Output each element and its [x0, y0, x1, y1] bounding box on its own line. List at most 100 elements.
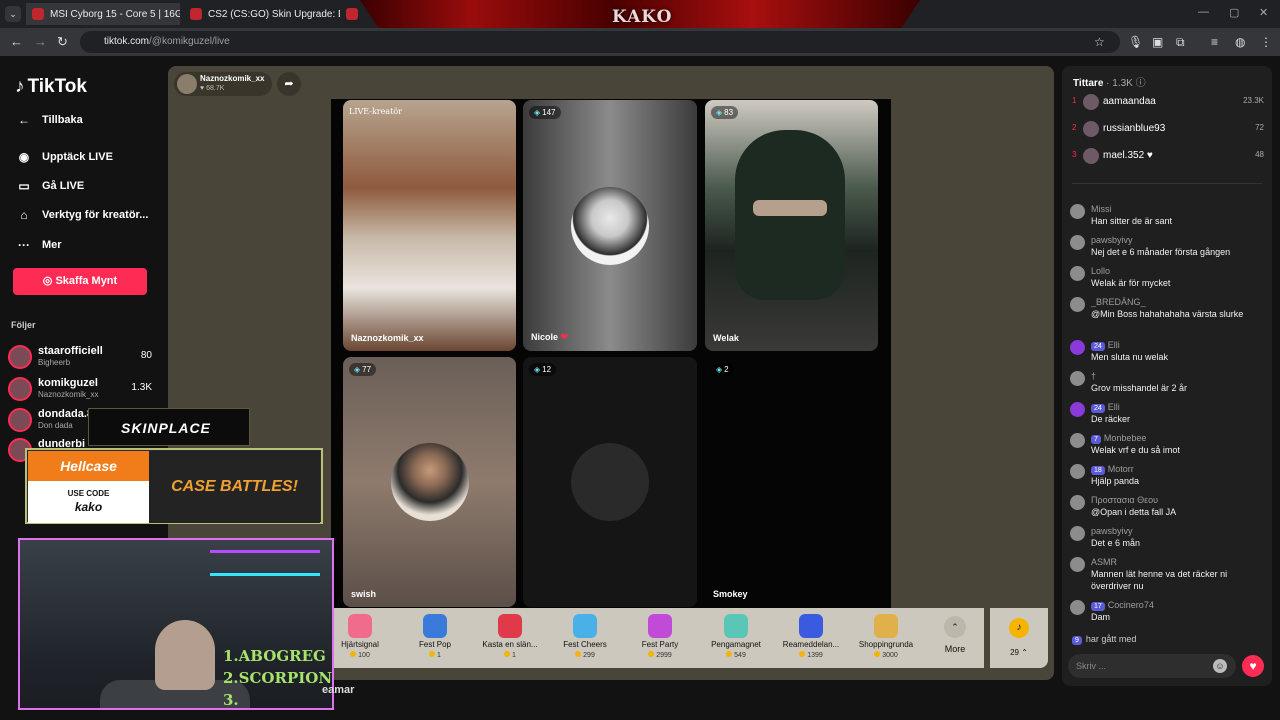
chat-username: 24 Elli	[1091, 340, 1120, 351]
streamer-head	[155, 620, 215, 690]
coin-icon	[350, 651, 357, 657]
browser-tab[interactable]: MSI Cyborg 15 - Core 5 | 16GB ✕	[26, 3, 180, 25]
case-battles-text: CASE BATTLES!	[149, 451, 320, 523]
gift-price: 549	[698, 651, 774, 659]
avatar	[1083, 121, 1099, 137]
gift-icon	[724, 614, 748, 638]
chat-input[interactable]: Skriv ...	[1068, 654, 1236, 678]
bookmark-star-icon[interactable]: ☆	[1094, 35, 1105, 49]
sidebar-item-label: Verktyg för kreatör...	[42, 209, 149, 221]
level-badge: 17	[1091, 602, 1105, 611]
guest-tile[interactable]: ◈ 12	[523, 357, 697, 607]
avatar	[1070, 371, 1085, 386]
back-arrow-icon[interactable]: ←	[10, 34, 23, 49]
promo-code: kako	[74, 500, 103, 514]
gift-price-value: 3000	[882, 652, 898, 659]
avatar	[1070, 297, 1085, 312]
host-info[interactable]: Naznozkomik_xx ♥ 68.7K	[174, 72, 272, 96]
guest-avatar-placeholder	[571, 443, 649, 521]
neon-light	[210, 550, 320, 576]
gift-item[interactable]: Fest Party 2999	[622, 614, 698, 659]
menu-icon[interactable]: ⋮	[1260, 35, 1272, 49]
minimize-icon[interactable]: —	[1198, 6, 1209, 18]
viewers-count: · 1.3K ⓘ	[1106, 78, 1146, 89]
get-coins-button[interactable]: ◎ Skaffa Mynt	[13, 268, 147, 295]
gift-item[interactable]: Reameddelan... 1399	[773, 614, 849, 659]
sidebar-item-more[interactable]: ··· Mer	[14, 238, 62, 252]
browser-tab[interactable]: CS2 (CS:GO) Skin Upgrade: Elev ✕	[184, 3, 340, 25]
tab-title: CS2 (CS:GO) Skin Upgrade: Elev	[208, 8, 340, 20]
guest-tile[interactable]: LIVE-kreatör Naznozkomik_xx	[343, 100, 516, 351]
extensions-icon[interactable]: ⧉	[1176, 35, 1185, 50]
guest-tile[interactable]: ◈ 2 Smokey	[705, 357, 878, 607]
coin-icon: ◎	[42, 275, 56, 287]
coin-icon	[648, 651, 655, 657]
gift-price-value: 100	[358, 652, 370, 659]
avatar	[1070, 433, 1085, 448]
following-item[interactable]: komikguzel Naznozkomik_xx 1.3K	[8, 375, 160, 403]
viewer-rank: 2	[1072, 123, 1077, 132]
sidebar-item-creator-tools[interactable]: ⌂ Verktyg för kreatör...	[14, 208, 148, 222]
gift-item[interactable]: Pengamagnet 549	[698, 614, 774, 659]
emoji-icon[interactable]: ☺	[1213, 659, 1227, 673]
back-button[interactable]: ← Tillbaka	[14, 113, 83, 127]
like-heart-button[interactable]: ♥	[1242, 655, 1264, 677]
viewer-name: mael.352 ♥	[1103, 150, 1153, 161]
guest-name: Naznozkomik_xx	[351, 333, 424, 343]
more-gifts-button[interactable]: ⌃ More	[942, 616, 968, 654]
chat-username: 7 Monbebee	[1091, 433, 1146, 444]
browser-tab-active[interactable]	[344, 3, 360, 25]
maximize-icon[interactable]: ▢	[1229, 6, 1239, 19]
media-icon[interactable]: ≡	[1211, 35, 1218, 49]
chat-username-text: †	[1091, 371, 1097, 381]
gift-price-value: 549	[734, 652, 746, 659]
chat-username-text: Missi	[1091, 204, 1112, 214]
coin-icon	[726, 651, 733, 657]
avatar	[1070, 340, 1085, 355]
gift-icon	[348, 614, 372, 638]
rank-entry: 2.SCORPION	[223, 669, 333, 687]
forward-arrow-icon[interactable]: →	[34, 34, 47, 49]
following-heading: Följer	[11, 320, 36, 330]
top-viewer-row[interactable]: 1 aamaandaa 23.3K	[1070, 93, 1266, 111]
gift-icon	[498, 614, 522, 638]
face-eyes	[753, 200, 827, 216]
gift-item[interactable]: Fest Pop 1	[397, 614, 473, 659]
share-button[interactable]: ➦	[277, 72, 301, 96]
tab-search-button[interactable]: ⌄	[5, 6, 21, 22]
gift-price: 1399	[773, 651, 849, 659]
diamond-icon: ◈	[354, 365, 361, 374]
top-viewer-row[interactable]: 2 russianblue93 72	[1070, 120, 1266, 138]
chat-username: 24 Elli	[1091, 402, 1120, 413]
gift-item[interactable]: Kasta en slän... 1	[472, 614, 548, 659]
gift-name: Pengamagnet	[711, 640, 761, 649]
screen-icon[interactable]: ▣	[1152, 35, 1163, 49]
diamond-icon: ◈	[534, 108, 541, 117]
guest-badge: ◈ 77	[349, 363, 377, 376]
close-window-icon[interactable]: ✕	[1259, 6, 1268, 19]
microphone-icon[interactable]: 🎙	[1128, 35, 1143, 49]
avatar	[8, 377, 32, 401]
chat-text: Welak vrf e du så imot	[1091, 445, 1180, 455]
following-item[interactable]: staarofficiell Bigheerb 80	[8, 343, 160, 371]
tiktok-logo[interactable]: ♪ TikTok	[15, 76, 87, 98]
sidebar-item-discover-live[interactable]: ◉ Upptäck LIVE	[14, 150, 113, 164]
chat-text: Welak är för mycket	[1091, 278, 1171, 288]
profile-icon[interactable]: ◍	[1235, 35, 1245, 49]
guest-badge: ◈ 147	[529, 106, 561, 119]
chat-username-text: Elli	[1107, 340, 1120, 350]
coin-balance-button[interactable]: ♪ 29 ⌃	[990, 608, 1048, 668]
chat-text: Det e 6 mån	[1091, 538, 1141, 548]
url-field[interactable]: tiktok.com/@komikguzel/live	[80, 31, 1120, 53]
gift-name: Fest Cheers	[563, 640, 607, 649]
top-viewer-row[interactable]: 3 mael.352 ♥ 48	[1070, 147, 1266, 165]
gift-item[interactable]: Shoppingrunda 3000	[848, 614, 924, 659]
guest-tile[interactable]: ◈ 147 Nicole ❤	[523, 100, 697, 351]
coin-icon	[874, 651, 881, 657]
following-subtitle: Naznozkomik_xx	[38, 390, 99, 399]
guest-tile[interactable]: ◈ 77 swish	[343, 357, 516, 607]
sidebar-item-go-live[interactable]: ▭ Gå LIVE	[14, 179, 84, 193]
reload-icon[interactable]: ↻	[57, 34, 68, 50]
guest-tile[interactable]: ◈ 83 Welak	[705, 100, 878, 351]
gift-item[interactable]: Fest Cheers 299	[547, 614, 623, 659]
